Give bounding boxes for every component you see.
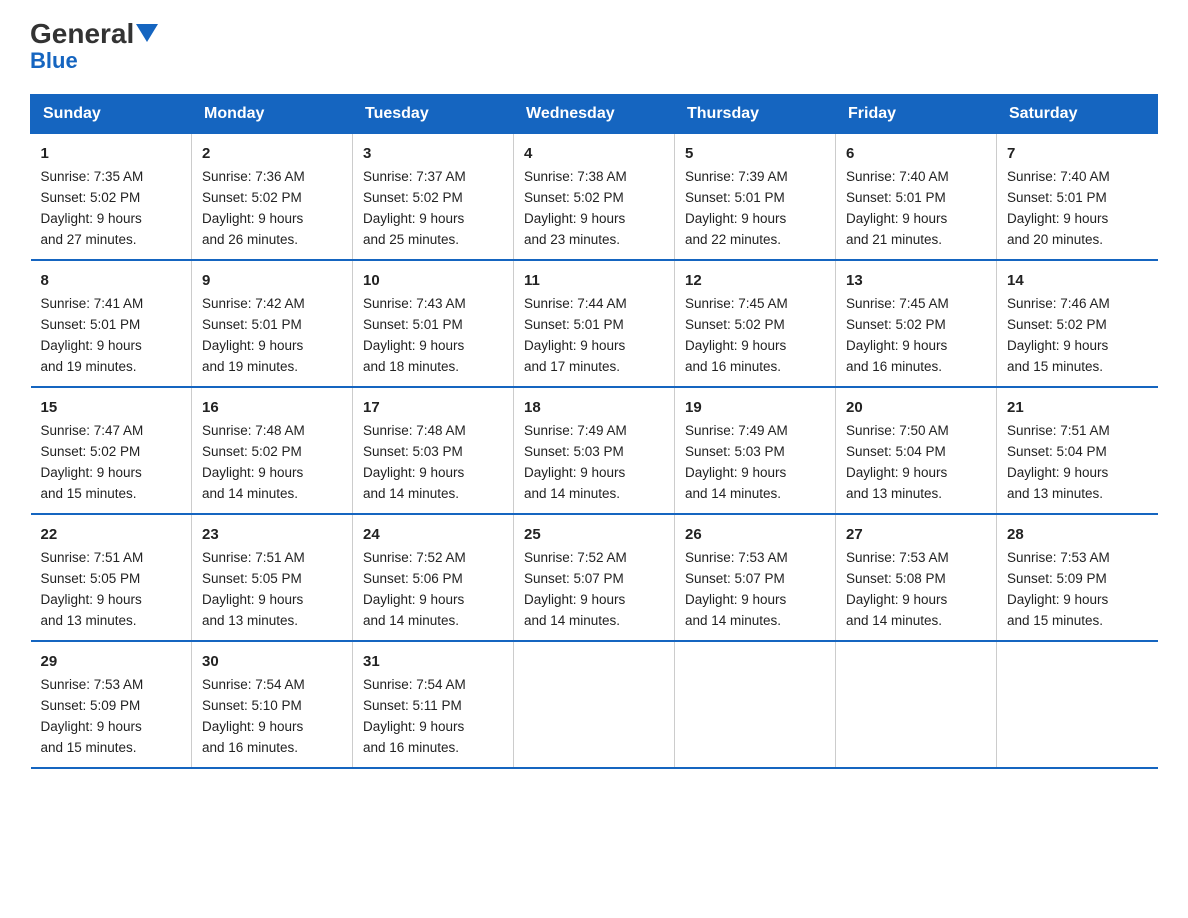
calendar-cell: 12Sunrise: 7:45 AMSunset: 5:02 PMDayligh… <box>675 260 836 387</box>
calendar-header-wednesday: Wednesday <box>514 95 675 134</box>
logo-arrow-icon <box>136 24 158 46</box>
day-number: 12 <box>685 269 825 292</box>
day-number: 8 <box>41 269 182 292</box>
day-number: 23 <box>202 523 342 546</box>
calendar-header-sunday: Sunday <box>31 95 192 134</box>
calendar-cell: 6Sunrise: 7:40 AMSunset: 5:01 PMDaylight… <box>836 134 997 260</box>
calendar-cell <box>836 641 997 768</box>
calendar-header-tuesday: Tuesday <box>353 95 514 134</box>
calendar-header-thursday: Thursday <box>675 95 836 134</box>
calendar-week-row: 15Sunrise: 7:47 AMSunset: 5:02 PMDayligh… <box>31 387 1158 514</box>
day-number: 22 <box>41 523 182 546</box>
calendar-cell: 8Sunrise: 7:41 AMSunset: 5:01 PMDaylight… <box>31 260 192 387</box>
day-number: 16 <box>202 396 342 419</box>
day-number: 6 <box>846 142 986 165</box>
day-number: 25 <box>524 523 664 546</box>
day-number: 17 <box>363 396 503 419</box>
calendar-cell: 22Sunrise: 7:51 AMSunset: 5:05 PMDayligh… <box>31 514 192 641</box>
day-number: 24 <box>363 523 503 546</box>
calendar-cell: 9Sunrise: 7:42 AMSunset: 5:01 PMDaylight… <box>192 260 353 387</box>
day-number: 10 <box>363 269 503 292</box>
calendar-cell <box>675 641 836 768</box>
calendar-cell: 27Sunrise: 7:53 AMSunset: 5:08 PMDayligh… <box>836 514 997 641</box>
day-number: 5 <box>685 142 825 165</box>
calendar-cell <box>997 641 1158 768</box>
calendar-cell: 17Sunrise: 7:48 AMSunset: 5:03 PMDayligh… <box>353 387 514 514</box>
calendar-cell: 4Sunrise: 7:38 AMSunset: 5:02 PMDaylight… <box>514 134 675 260</box>
calendar-cell: 18Sunrise: 7:49 AMSunset: 5:03 PMDayligh… <box>514 387 675 514</box>
day-number: 18 <box>524 396 664 419</box>
calendar-week-row: 22Sunrise: 7:51 AMSunset: 5:05 PMDayligh… <box>31 514 1158 641</box>
calendar-cell: 26Sunrise: 7:53 AMSunset: 5:07 PMDayligh… <box>675 514 836 641</box>
calendar-cell: 3Sunrise: 7:37 AMSunset: 5:02 PMDaylight… <box>353 134 514 260</box>
calendar-week-row: 29Sunrise: 7:53 AMSunset: 5:09 PMDayligh… <box>31 641 1158 768</box>
calendar-week-row: 8Sunrise: 7:41 AMSunset: 5:01 PMDaylight… <box>31 260 1158 387</box>
day-number: 31 <box>363 650 503 673</box>
day-number: 3 <box>363 142 503 165</box>
calendar-cell: 15Sunrise: 7:47 AMSunset: 5:02 PMDayligh… <box>31 387 192 514</box>
day-number: 7 <box>1007 142 1148 165</box>
calendar-cell: 25Sunrise: 7:52 AMSunset: 5:07 PMDayligh… <box>514 514 675 641</box>
day-number: 1 <box>41 142 182 165</box>
calendar-week-row: 1Sunrise: 7:35 AMSunset: 5:02 PMDaylight… <box>31 134 1158 260</box>
day-number: 28 <box>1007 523 1148 546</box>
logo-general: General <box>30 20 134 48</box>
calendar-cell: 31Sunrise: 7:54 AMSunset: 5:11 PMDayligh… <box>353 641 514 768</box>
calendar-cell: 5Sunrise: 7:39 AMSunset: 5:01 PMDaylight… <box>675 134 836 260</box>
day-number: 27 <box>846 523 986 546</box>
calendar-cell: 21Sunrise: 7:51 AMSunset: 5:04 PMDayligh… <box>997 387 1158 514</box>
calendar-cell: 7Sunrise: 7:40 AMSunset: 5:01 PMDaylight… <box>997 134 1158 260</box>
calendar-cell: 29Sunrise: 7:53 AMSunset: 5:09 PMDayligh… <box>31 641 192 768</box>
calendar-cell: 24Sunrise: 7:52 AMSunset: 5:06 PMDayligh… <box>353 514 514 641</box>
day-number: 4 <box>524 142 664 165</box>
logo: General Blue <box>30 20 158 74</box>
day-number: 15 <box>41 396 182 419</box>
calendar-cell: 10Sunrise: 7:43 AMSunset: 5:01 PMDayligh… <box>353 260 514 387</box>
day-number: 9 <box>202 269 342 292</box>
calendar-cell: 19Sunrise: 7:49 AMSunset: 5:03 PMDayligh… <box>675 387 836 514</box>
day-number: 21 <box>1007 396 1148 419</box>
calendar-cell: 16Sunrise: 7:48 AMSunset: 5:02 PMDayligh… <box>192 387 353 514</box>
day-number: 20 <box>846 396 986 419</box>
calendar-cell: 13Sunrise: 7:45 AMSunset: 5:02 PMDayligh… <box>836 260 997 387</box>
calendar-cell: 14Sunrise: 7:46 AMSunset: 5:02 PMDayligh… <box>997 260 1158 387</box>
day-number: 29 <box>41 650 182 673</box>
day-number: 13 <box>846 269 986 292</box>
calendar-cell: 28Sunrise: 7:53 AMSunset: 5:09 PMDayligh… <box>997 514 1158 641</box>
calendar-cell: 30Sunrise: 7:54 AMSunset: 5:10 PMDayligh… <box>192 641 353 768</box>
day-number: 26 <box>685 523 825 546</box>
logo-blue: Blue <box>30 48 78 74</box>
calendar-header-friday: Friday <box>836 95 997 134</box>
day-number: 2 <box>202 142 342 165</box>
calendar-cell: 11Sunrise: 7:44 AMSunset: 5:01 PMDayligh… <box>514 260 675 387</box>
day-number: 30 <box>202 650 342 673</box>
calendar-header-saturday: Saturday <box>997 95 1158 134</box>
calendar-table: SundayMondayTuesdayWednesdayThursdayFrid… <box>30 94 1158 769</box>
calendar-header-monday: Monday <box>192 95 353 134</box>
page-header: General Blue <box>30 20 1158 74</box>
calendar-cell: 1Sunrise: 7:35 AMSunset: 5:02 PMDaylight… <box>31 134 192 260</box>
calendar-cell: 20Sunrise: 7:50 AMSunset: 5:04 PMDayligh… <box>836 387 997 514</box>
calendar-cell: 23Sunrise: 7:51 AMSunset: 5:05 PMDayligh… <box>192 514 353 641</box>
day-number: 14 <box>1007 269 1148 292</box>
calendar-header-row: SundayMondayTuesdayWednesdayThursdayFrid… <box>31 95 1158 134</box>
calendar-cell: 2Sunrise: 7:36 AMSunset: 5:02 PMDaylight… <box>192 134 353 260</box>
calendar-cell <box>514 641 675 768</box>
day-number: 19 <box>685 396 825 419</box>
day-number: 11 <box>524 269 664 292</box>
